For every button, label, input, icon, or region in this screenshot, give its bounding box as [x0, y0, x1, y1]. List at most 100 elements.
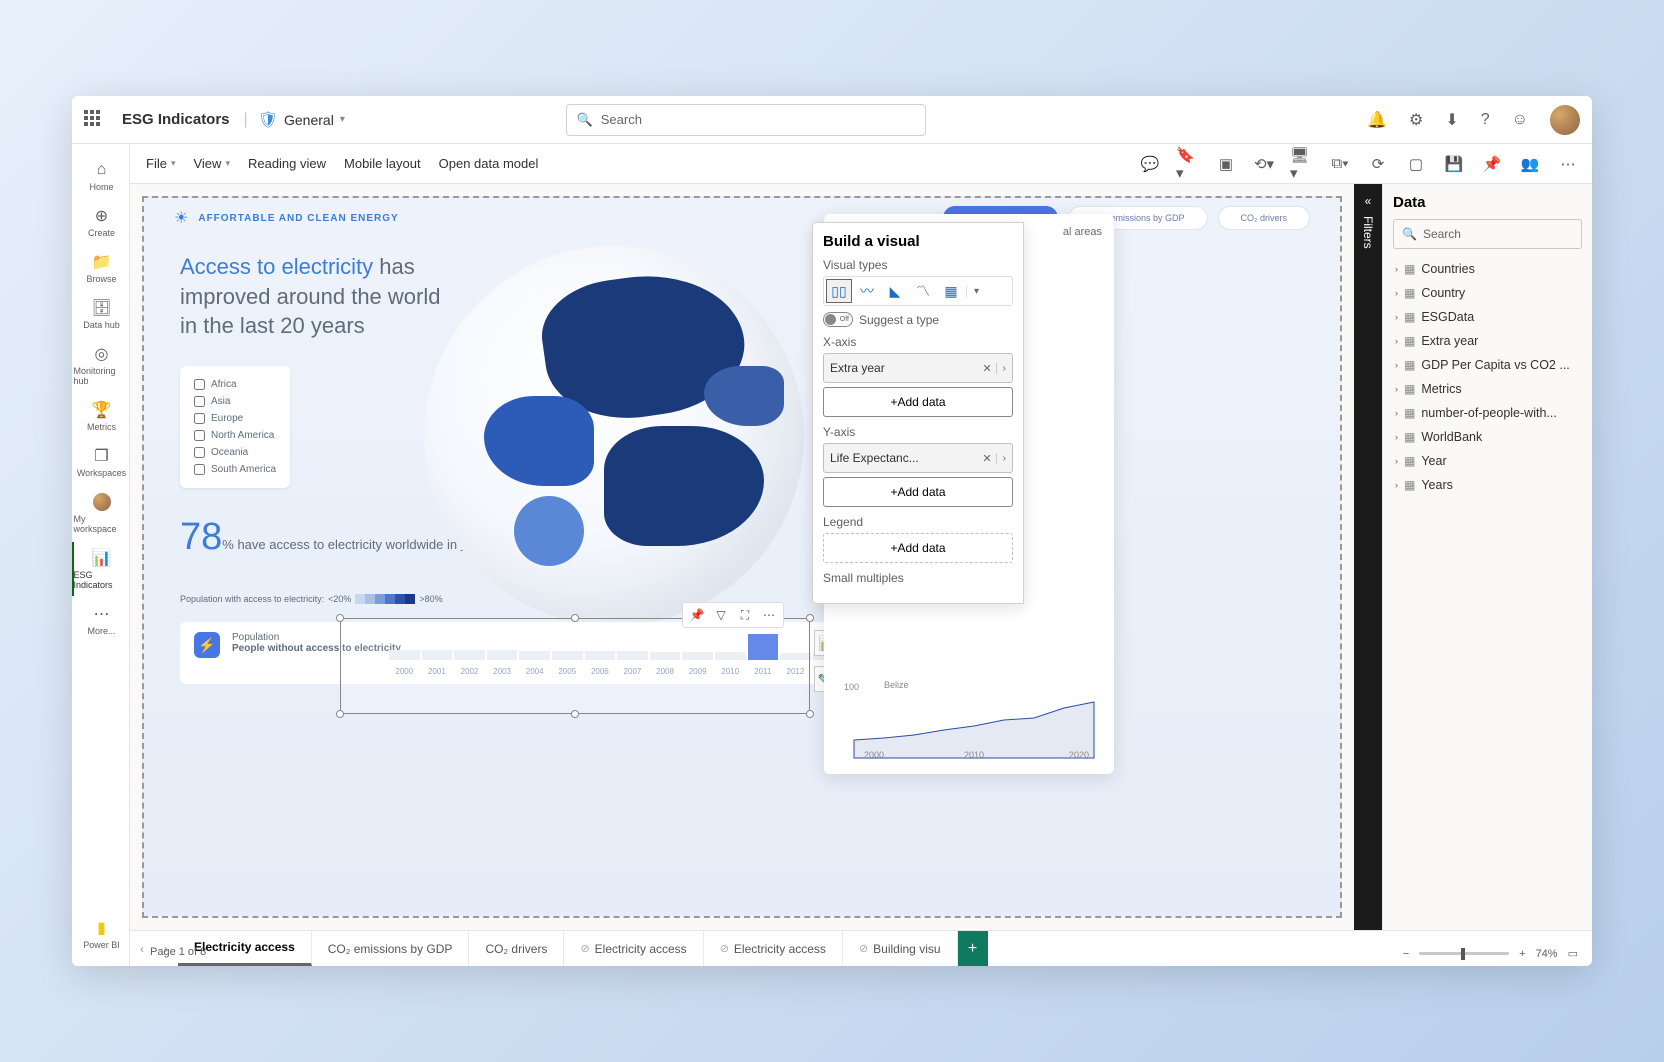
- resize-handle[interactable]: [336, 614, 344, 622]
- yaxis-field[interactable]: Life Expectanc...✕›: [823, 443, 1013, 473]
- remove-field-icon[interactable]: ✕: [982, 452, 991, 465]
- data-table-item[interactable]: ›▦ESGData: [1393, 305, 1582, 329]
- feedback-icon[interactable]: ☺: [1512, 111, 1528, 129]
- xaxis-field[interactable]: Extra year✕›: [823, 353, 1013, 383]
- filter-visual-icon[interactable]: ▽: [710, 606, 732, 624]
- continent-option[interactable]: Europe: [194, 410, 276, 427]
- data-table-item[interactable]: ›▦GDP Per Capita vs CO2 ...: [1393, 353, 1582, 377]
- continent-option[interactable]: Asia: [194, 393, 276, 410]
- globe-map[interactable]: [424, 246, 804, 626]
- continent-option[interactable]: South America: [194, 461, 276, 478]
- continent-option[interactable]: Africa: [194, 376, 276, 393]
- pin-visual-icon[interactable]: 📌: [686, 606, 708, 624]
- remove-field-icon[interactable]: ✕: [982, 362, 991, 375]
- data-table-item[interactable]: ›▦WorldBank: [1393, 425, 1582, 449]
- data-search-input[interactable]: 🔍Search: [1393, 219, 1582, 249]
- svg-text:2010: 2010: [964, 750, 984, 760]
- menu-view[interactable]: View▾: [193, 156, 229, 171]
- nav-more[interactable]: ⋯More...: [72, 598, 130, 642]
- page-tabs: ‹ › Electricity accessCO₂ emissions by G…: [130, 930, 1592, 966]
- page-tab[interactable]: ⊘Electricity access: [704, 931, 843, 966]
- nav-browse[interactable]: 📁Browse: [72, 246, 130, 290]
- viz-type-area[interactable]: ◣: [882, 279, 908, 303]
- resize-handle[interactable]: [336, 710, 344, 718]
- present-dropdown-icon[interactable]: 🖥▾: [1290, 152, 1314, 176]
- yaxis-add-button[interactable]: +Add data: [823, 477, 1013, 507]
- report-icon: 📊: [92, 548, 112, 568]
- menu-reading-view[interactable]: Reading view: [248, 156, 326, 171]
- viz-type-ribbon[interactable]: 〽: [910, 279, 936, 303]
- field-menu-icon[interactable]: ›: [996, 453, 1006, 464]
- report-canvas[interactable]: ☀ AFFORTABLE AND CLEAN ENERGY Electricit…: [142, 196, 1342, 918]
- xaxis-add-button[interactable]: +Add data: [823, 387, 1013, 417]
- nav-datahub[interactable]: 🗄Data hub: [72, 292, 130, 336]
- search-input[interactable]: 🔍 Search: [566, 104, 926, 136]
- pill-co2-drivers[interactable]: CO₂ drivers: [1218, 206, 1311, 230]
- nav-create[interactable]: ⊕Create: [72, 200, 130, 244]
- comment-icon[interactable]: 💬: [1138, 152, 1162, 176]
- help-icon[interactable]: ?: [1481, 111, 1490, 129]
- resize-handle[interactable]: [571, 710, 579, 718]
- pin-icon[interactable]: 📌: [1480, 152, 1504, 176]
- zoom-slider[interactable]: [1419, 952, 1509, 955]
- copy-dropdown-icon[interactable]: ⧉▾: [1328, 152, 1352, 176]
- nav-esg-indicators[interactable]: 📊ESG Indicators: [72, 542, 130, 596]
- focus-mode-icon[interactable]: ⛶: [734, 606, 756, 624]
- resize-handle[interactable]: [571, 614, 579, 622]
- chevron-right-icon: ›: [1395, 336, 1398, 346]
- viz-type-more[interactable]: ▾: [966, 286, 986, 297]
- menu-mobile-layout[interactable]: Mobile layout: [344, 156, 421, 171]
- overflow-icon[interactable]: ⋯: [1556, 152, 1580, 176]
- teams-icon[interactable]: 👥: [1518, 152, 1542, 176]
- nav-home[interactable]: ⌂Home: [72, 154, 130, 198]
- page-tab[interactable]: CO₂ emissions by GDP: [312, 931, 470, 966]
- data-table-item[interactable]: ›▦Country: [1393, 281, 1582, 305]
- data-table-item[interactable]: ›▦number-of-people-with...: [1393, 401, 1582, 425]
- viz-type-column[interactable]: ▯▯: [826, 279, 852, 303]
- refresh-icon[interactable]: ⟳: [1366, 152, 1390, 176]
- menu-file[interactable]: File▾: [146, 156, 175, 171]
- menu-open-data-model[interactable]: Open data model: [439, 156, 539, 171]
- settings-icon[interactable]: ⚙: [1409, 110, 1423, 130]
- nav-my-workspace[interactable]: My workspace: [72, 486, 130, 540]
- sync-dropdown-icon[interactable]: ⟲▾: [1252, 152, 1276, 176]
- avatar[interactable]: [1550, 105, 1580, 135]
- data-table-item[interactable]: ›▦Extra year: [1393, 329, 1582, 353]
- nav-powerbi[interactable]: ▮Power BI: [72, 912, 130, 956]
- fit-page-icon[interactable]: ▭: [1568, 947, 1578, 960]
- notifications-icon[interactable]: 🔔: [1367, 110, 1387, 130]
- resize-handle[interactable]: [806, 614, 814, 622]
- search-icon: 🔍: [577, 112, 593, 128]
- open-icon[interactable]: ▢: [1404, 152, 1428, 176]
- nav-workspaces[interactable]: ❐Workspaces: [72, 440, 130, 484]
- page-tab[interactable]: ⊘Electricity access: [564, 931, 703, 966]
- continent-option[interactable]: North America: [194, 427, 276, 444]
- data-table-item[interactable]: ›▦Years: [1393, 473, 1582, 497]
- viz-type-line[interactable]: 〰: [854, 279, 880, 303]
- page-tab[interactable]: ⊘Building visu: [843, 931, 958, 966]
- nav-metrics[interactable]: 🏆Metrics: [72, 394, 130, 438]
- app-launcher-icon[interactable]: [84, 110, 104, 130]
- zoom-out-button[interactable]: −: [1403, 948, 1409, 960]
- resize-handle[interactable]: [806, 710, 814, 718]
- data-table-item[interactable]: ›▦Year: [1393, 449, 1582, 473]
- more-visual-icon[interactable]: ⋯: [758, 606, 780, 624]
- field-menu-icon[interactable]: ›: [996, 363, 1006, 374]
- suggest-toggle[interactable]: Off: [823, 312, 853, 327]
- legend-add-button[interactable]: +Add data: [823, 533, 1013, 563]
- zoom-in-button[interactable]: +: [1519, 948, 1525, 960]
- view-icon[interactable]: ▣: [1214, 152, 1238, 176]
- filters-pane-toggle[interactable]: « Filters: [1354, 184, 1382, 930]
- page-tab[interactable]: CO₂ drivers: [469, 931, 564, 966]
- add-page-button[interactable]: +: [958, 931, 988, 966]
- data-table-item[interactable]: ›▦Countries: [1393, 257, 1582, 281]
- save-icon[interactable]: 💾: [1442, 152, 1466, 176]
- nav-monitoring[interactable]: ◎Monitoring hub: [72, 338, 130, 392]
- sensitivity-label[interactable]: General▾: [284, 112, 345, 128]
- continent-option[interactable]: Oceania: [194, 444, 276, 461]
- chevron-left-icon: «: [1365, 194, 1372, 208]
- data-table-item[interactable]: ›▦Metrics: [1393, 377, 1582, 401]
- bookmark-dropdown-icon[interactable]: 🔖▾: [1176, 152, 1200, 176]
- download-icon[interactable]: ⬇: [1445, 110, 1458, 130]
- viz-type-table[interactable]: ▦: [938, 279, 964, 303]
